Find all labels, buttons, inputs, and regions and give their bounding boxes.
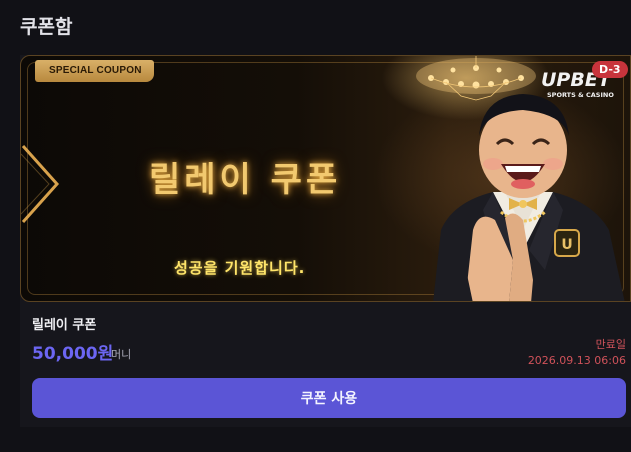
coupon-card: SPECIAL COUPON 릴레이 쿠폰 성공을 기원합니다. U UPBET…: [20, 55, 631, 427]
use-coupon-button[interactable]: 쿠폰 사용: [32, 378, 626, 418]
expire-label: 만료일: [595, 338, 626, 351]
coupon-unit: 머니: [111, 348, 132, 361]
coupon-info: 릴레이 쿠폰 50,000원 머니 만료일 2026.09.13 06:06 쿠…: [20, 302, 631, 427]
coupon-name: 릴레이 쿠폰: [32, 318, 97, 333]
expire-date: 2026.09.13 06:06: [527, 354, 626, 367]
svg-text:U: U: [561, 237, 572, 253]
special-coupon-tag: SPECIAL COUPON: [35, 60, 154, 82]
chevron-right-icon: [21, 144, 60, 224]
page-title: 쿠폰함: [20, 16, 73, 38]
banner-title: 릴레이 쿠폰: [149, 160, 342, 200]
banner-subtitle: 성공을 기원합니다.: [174, 259, 306, 277]
coupon-amount: 50,000원: [32, 344, 114, 364]
days-left-badge: D-3: [592, 61, 628, 78]
mascot-image: U: [433, 94, 625, 301]
coupon-banner: SPECIAL COUPON 릴레이 쿠폰 성공을 기원합니다. U UPBET…: [20, 55, 631, 302]
svg-text:SPORTS & CASINO: SPORTS & CASINO: [547, 91, 614, 99]
